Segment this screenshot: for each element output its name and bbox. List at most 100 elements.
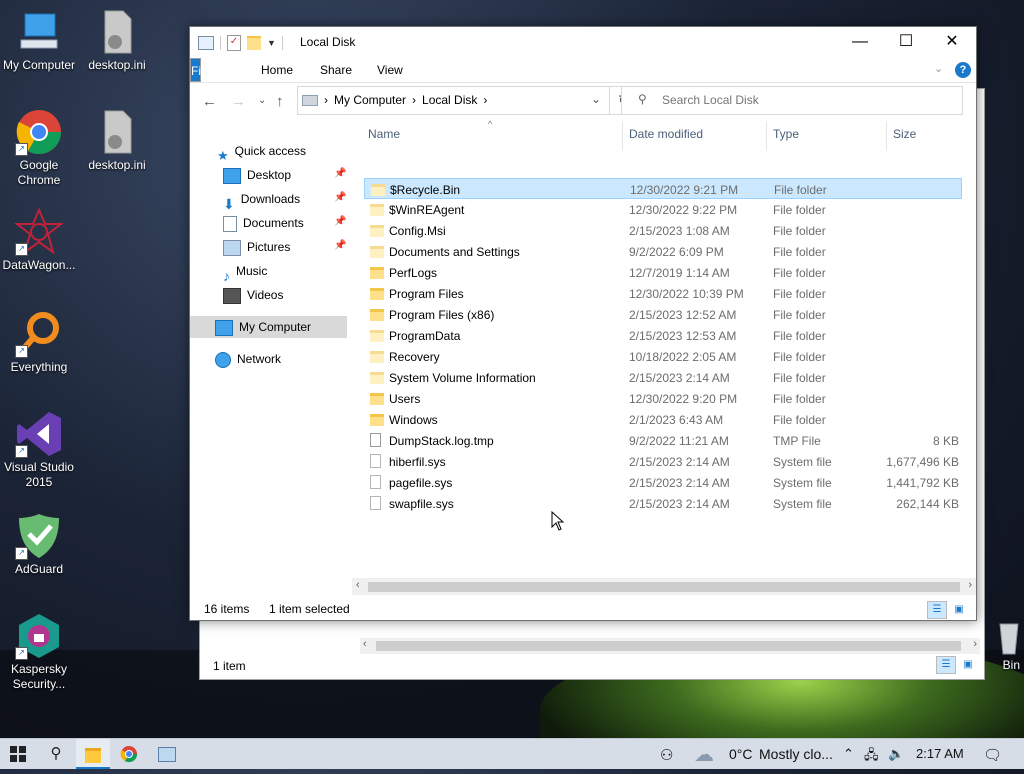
horizontal-scrollbar[interactable]: ‹ ›: [352, 578, 976, 595]
forward-arrow-icon[interactable]: →: [231, 93, 246, 110]
file-row[interactable]: Documents and Settings 9/2/2022 6:09 PM Fi…: [364, 241, 962, 262]
properties-icon[interactable]: [198, 36, 214, 50]
explorer-window[interactable]: ✓ ▼ Local Disk — ☐ ✕ File Home Share Vie…: [189, 26, 977, 621]
desktop-icon-my-computer[interactable]: My Computer: [1, 8, 77, 73]
nav-quick-access[interactable]: ★ Quick access: [217, 140, 306, 163]
address-bar[interactable]: › My Computer › Local Disk › ⌄: [297, 86, 610, 115]
scroll-left-icon[interactable]: ‹: [363, 638, 367, 650]
scroll-left-icon[interactable]: ‹: [356, 579, 360, 591]
pin-icon[interactable]: 📌: [334, 216, 346, 227]
file-row[interactable]: Config.Msi 2/15/2023 1:08 AM File folder: [364, 220, 962, 241]
column-header-date[interactable]: Date modified: [629, 127, 703, 141]
file-row[interactable]: DumpStack.log.tmp 9/2/2022 11:21 AM TMP Fi…: [364, 430, 962, 451]
file-row[interactable]: System Volume Information 2/15/2023 2:14 …: [364, 367, 962, 388]
tab-view[interactable]: View: [377, 58, 403, 82]
nav-my-computer[interactable]: My Computer: [190, 316, 347, 338]
column-header-name[interactable]: Name: [368, 127, 400, 141]
desktop-icon-adguard[interactable]: ↗ AdGuard: [1, 512, 77, 577]
tab-file[interactable]: File: [190, 58, 210, 82]
recent-locations-chevron-icon[interactable]: ⌄: [258, 95, 266, 106]
expand-ribbon-icon[interactable]: ⌄: [934, 62, 943, 75]
breadcrumb-my-computer[interactable]: My Computer: [334, 93, 406, 107]
new-folder-icon[interactable]: [247, 36, 261, 50]
nav-desktop[interactable]: Desktop: [223, 164, 291, 186]
volume-icon[interactable]: 🔈: [888, 746, 904, 762]
desktop-icon-kaspersky[interactable]: ↗ Kaspersky Security...: [1, 612, 77, 692]
pin-icon[interactable]: 📌: [334, 240, 346, 251]
file-row[interactable]: ProgramData 2/15/2023 12:53 AM File folder: [364, 325, 962, 346]
desktop-icon-everything[interactable]: ↗ Everything: [1, 310, 77, 375]
details-view-icon[interactable]: ☰: [936, 656, 956, 674]
nav-documents[interactable]: Documents: [223, 212, 304, 234]
column-header-size[interactable]: Size: [893, 127, 916, 141]
breadcrumb-separator[interactable]: ›: [324, 93, 328, 107]
large-icons-view-icon[interactable]: ▣: [949, 601, 969, 619]
back-horizontal-scrollbar[interactable]: ‹ ›: [360, 638, 980, 654]
nav-videos[interactable]: Videos: [223, 284, 283, 306]
file-row[interactable]: $WinREAgent 12/30/2022 9:22 PM File folder: [364, 199, 962, 220]
qat-dropdown-icon[interactable]: ▼: [267, 38, 276, 48]
column-divider[interactable]: [766, 121, 767, 151]
desktop-icon-datawagon[interactable]: ↗ DataWagon...: [1, 207, 77, 273]
file-row[interactable]: swapfile.sys 2/15/2023 2:14 AM System file…: [364, 493, 962, 514]
notifications-icon[interactable]: 🗨: [983, 746, 1002, 764]
desktop-icon-visual-studio[interactable]: ↗ Visual Studio 2015: [1, 410, 77, 490]
up-arrow-icon[interactable]: ↑: [276, 93, 284, 110]
file-row[interactable]: Windows 2/1/2023 6:43 AM File folder: [364, 409, 962, 430]
weather-description[interactable]: Mostly clo...: [759, 746, 833, 762]
details-view-icon[interactable]: ☰: [927, 601, 947, 619]
show-hidden-icons-chevron-icon[interactable]: ⌃: [843, 746, 854, 762]
taskbar-file-explorer[interactable]: [76, 739, 110, 769]
breadcrumb-separator[interactable]: ›: [483, 93, 487, 107]
column-divider[interactable]: [886, 121, 887, 151]
search-box[interactable]: ⚲: [621, 86, 963, 115]
file-row[interactable]: Program Files 12/30/2022 10:39 PM File fol…: [364, 283, 962, 304]
search-icon[interactable]: ⚲: [38, 739, 74, 769]
file-row[interactable]: pagefile.sys 2/15/2023 2:14 AM System file…: [364, 472, 962, 493]
weather-temperature[interactable]: 0°C: [729, 746, 753, 762]
scroll-thumb[interactable]: [376, 641, 961, 651]
file-row[interactable]: PerfLogs 12/7/2019 1:14 AM File folder: [364, 262, 962, 283]
desktop-icon-desktop-ini-1[interactable]: desktop.ini: [79, 8, 155, 73]
scroll-right-icon[interactable]: ›: [973, 638, 977, 650]
maximize-button[interactable]: ☐: [883, 27, 929, 57]
file-row[interactable]: hiberfil.sys 2/15/2023 2:14 AM System file…: [364, 451, 962, 472]
desktop-icon-desktop-ini-2[interactable]: desktop.ini: [79, 108, 155, 173]
taskbar-chrome[interactable]: [112, 739, 146, 769]
close-button[interactable]: ✕: [929, 27, 975, 57]
scroll-thumb[interactable]: [368, 582, 960, 592]
network-tray-icon[interactable]: 🖧: [864, 746, 879, 768]
file-row[interactable]: Recovery 10/18/2022 2:05 AM File folder: [364, 346, 962, 367]
scroll-right-icon[interactable]: ›: [968, 579, 972, 591]
help-icon[interactable]: ?: [955, 62, 971, 78]
tab-share[interactable]: Share: [320, 58, 352, 82]
large-icons-view-icon[interactable]: ▣: [958, 656, 978, 674]
taskbar-app[interactable]: [150, 739, 184, 769]
title-bar[interactable]: ✓ ▼ Local Disk — ☐ ✕: [190, 27, 976, 58]
pin-icon[interactable]: 📌: [334, 192, 346, 203]
nav-network[interactable]: Network: [215, 348, 281, 370]
search-input[interactable]: [660, 92, 954, 108]
clock[interactable]: 2:17 AM: [916, 746, 964, 761]
minimize-button[interactable]: —: [837, 27, 883, 57]
desktop-icon-chrome[interactable]: ↗ Google Chrome: [1, 108, 77, 188]
pin-icon[interactable]: 📌: [334, 168, 346, 179]
back-arrow-icon[interactable]: ←: [202, 93, 217, 110]
start-button[interactable]: [0, 739, 36, 769]
column-header-type[interactable]: Type: [773, 127, 799, 141]
file-row[interactable]: $Recycle.Bin 12/30/2022 9:21 PM File folde…: [364, 178, 962, 199]
tab-home[interactable]: Home: [261, 58, 293, 82]
weather-cloud-icon[interactable]: ☁: [694, 742, 714, 767]
people-icon[interactable]: ⚇: [660, 746, 673, 764]
address-dropdown-icon[interactable]: ⌄: [591, 92, 601, 106]
file-row[interactable]: Program Files (x86) 2/15/2023 12:52 AM Fil…: [364, 304, 962, 325]
file-row[interactable]: Users 12/30/2022 9:20 PM File folder: [364, 388, 962, 409]
breadcrumb-separator[interactable]: ›: [412, 93, 416, 107]
nav-label: Pictures: [247, 240, 291, 254]
column-divider[interactable]: [622, 121, 623, 151]
checklist-icon[interactable]: ✓: [227, 35, 241, 51]
nav-music[interactable]: ♪ Music: [223, 260, 267, 284]
nav-pictures[interactable]: Pictures: [223, 236, 290, 258]
nav-downloads[interactable]: ⬇ Downloads: [223, 188, 300, 212]
breadcrumb-local-disk[interactable]: Local Disk: [422, 93, 477, 107]
